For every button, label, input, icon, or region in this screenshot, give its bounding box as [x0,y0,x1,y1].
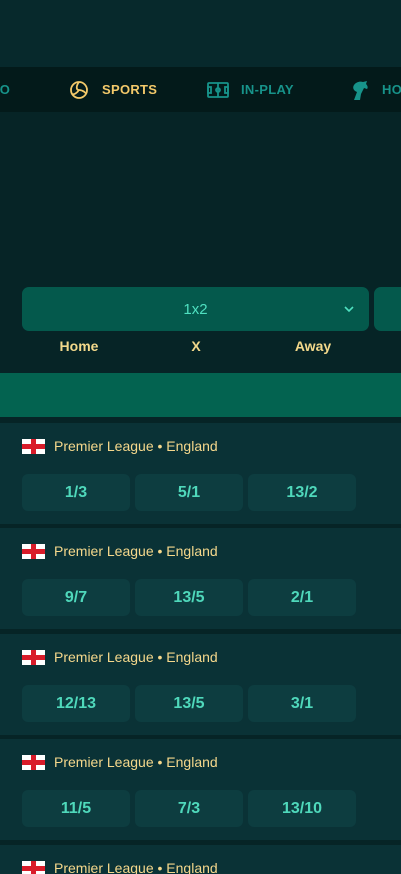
market-dropdown[interactable]: 1x2 [22,287,369,331]
odds-button-draw[interactable]: 13/5 [135,685,243,722]
nav-item-sports[interactable]: SPORTS [68,67,157,112]
nav-label: NO [0,82,11,97]
odds-button-away[interactable]: 3/1 [248,685,356,722]
odds-button-draw[interactable]: 7/3 [135,790,243,827]
section-banner [0,373,401,417]
match-card: Premier League • England 12/13 13/5 3/1 [0,634,401,735]
category-nav: NO SPORTS IN-PLAY [0,67,401,112]
market-selected-value: 1x2 [183,300,208,318]
match-card: Premier League • England 11/5 7/3 13/10 [0,739,401,840]
top-header [0,0,401,67]
match-header[interactable]: Premier League • England [22,437,218,455]
horse-icon [348,79,370,101]
match-card: Premier League • England [0,845,401,874]
league-name: Premier League • England [54,649,218,665]
england-flag-icon [22,649,45,665]
nav-label: HO [382,82,401,97]
odds-button-draw[interactable]: 13/5 [135,579,243,616]
nav-item-casino[interactable]: NO [0,67,10,112]
match-header[interactable]: Premier League • England [22,542,218,560]
match-header[interactable]: Premier League • England [22,753,218,771]
england-flag-icon [22,754,45,770]
nav-item-horse-racing[interactable]: HO [348,67,401,112]
league-name: Premier League • England [54,543,218,559]
pitch-icon [207,79,229,101]
odds-button-away[interactable]: 13/2 [248,474,356,511]
volleyball-icon [68,79,90,101]
match-header[interactable]: Premier League • England [22,648,218,666]
chevron-down-icon [344,306,354,313]
odds-button-away[interactable]: 2/1 [248,579,356,616]
england-flag-icon [22,438,45,454]
column-label-away: Away [294,338,332,354]
odds-button-draw[interactable]: 5/1 [135,474,243,511]
nav-label: IN-PLAY [241,82,294,97]
league-name: Premier League • England [54,754,218,770]
odds-button-home[interactable]: 9/7 [22,579,130,616]
secondary-dropdown[interactable] [374,287,401,331]
match-card: Premier League • England 9/7 13/5 2/1 [0,528,401,629]
match-header[interactable]: Premier League • England [22,859,218,874]
odds-button-home[interactable]: 12/13 [22,685,130,722]
odds-button-home[interactable]: 11/5 [22,790,130,827]
odds-button-home[interactable]: 1/3 [22,474,130,511]
column-label-home: Home [59,338,99,354]
england-flag-icon [22,543,45,559]
match-card: Premier League • England 1/3 5/1 13/2 [0,423,401,524]
nav-label: SPORTS [102,82,158,97]
england-flag-icon [22,860,45,874]
league-name: Premier League • England [54,438,218,454]
odds-button-away[interactable]: 13/10 [248,790,356,827]
league-name: Premier League • England [54,860,218,874]
column-label-draw: X [191,338,201,354]
nav-item-inplay[interactable]: IN-PLAY [207,67,294,112]
